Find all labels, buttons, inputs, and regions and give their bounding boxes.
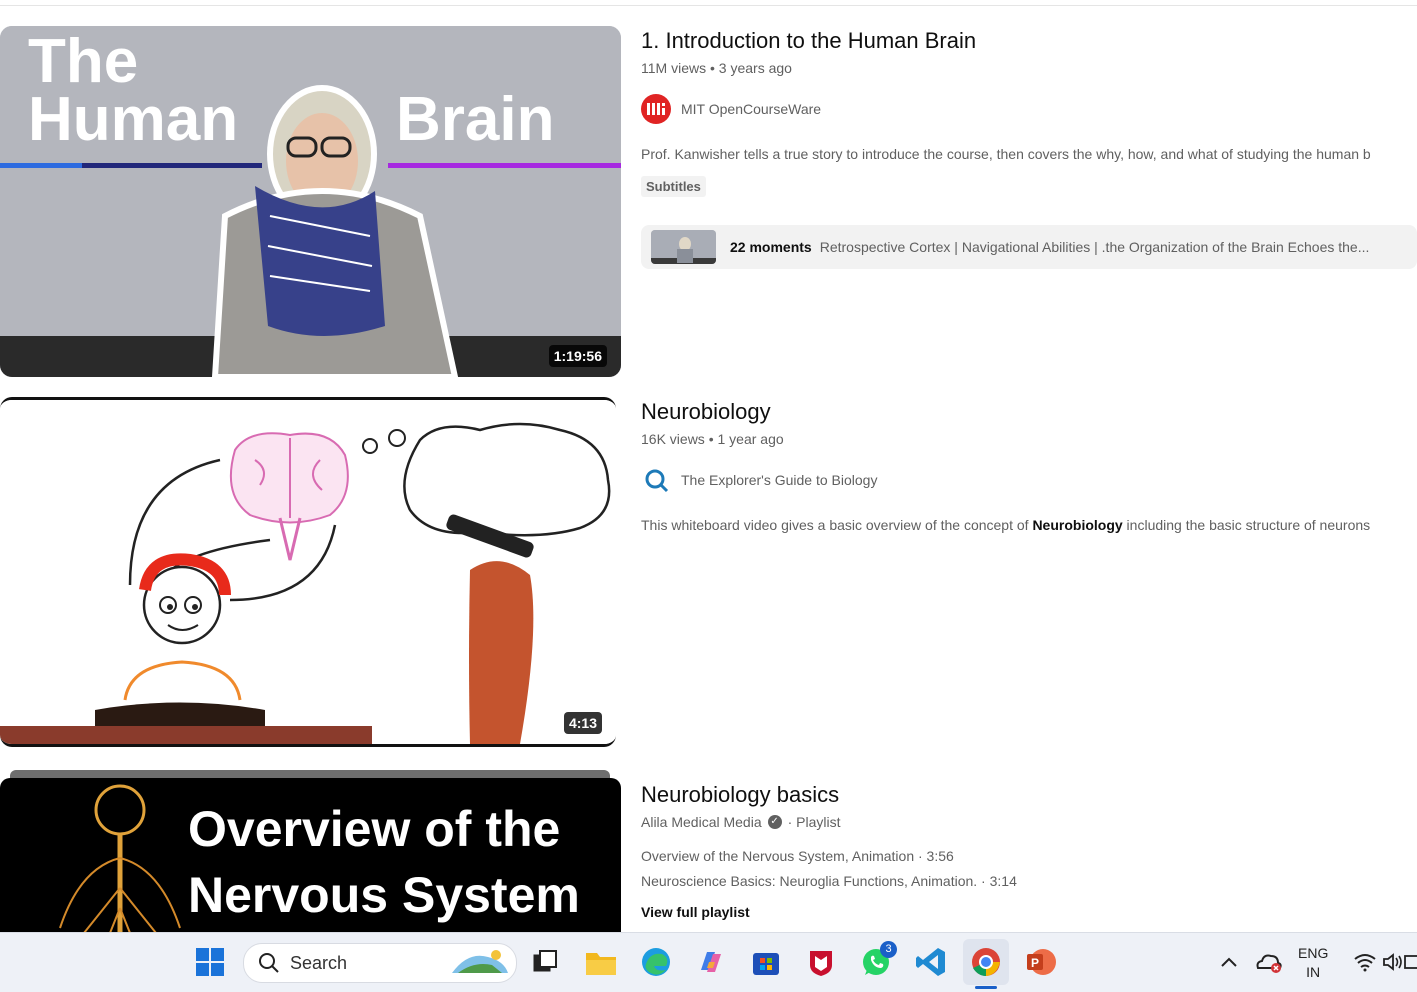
playlist-stack-edge bbox=[10, 770, 610, 778]
search-highlight-icon bbox=[452, 950, 508, 973]
region-label: IN bbox=[1306, 964, 1321, 980]
taskbar-search-input[interactable]: Search bbox=[243, 943, 517, 983]
video-thumbnail[interactable]: The Human Brain 1:19:56 bbox=[0, 26, 621, 377]
video-description: This whiteboard video gives a basic over… bbox=[641, 517, 1417, 533]
moments-count: 22 moments bbox=[730, 239, 812, 255]
file-explorer-icon[interactable] bbox=[584, 945, 618, 979]
playlist-kind: Playlist bbox=[796, 814, 841, 830]
video-title[interactable]: 1. Introduction to the Human Brain bbox=[641, 26, 1417, 56]
video-title[interactable]: Neurobiology bbox=[641, 397, 1417, 427]
view-count: 11M views bbox=[641, 60, 707, 76]
whatsapp-icon[interactable]: 3 bbox=[859, 941, 897, 979]
windows-start-icon[interactable] bbox=[193, 945, 227, 979]
meta-separator: · bbox=[787, 814, 797, 830]
channel-name[interactable]: The Explorer's Guide to Biology bbox=[681, 472, 877, 488]
channel-avatar[interactable] bbox=[641, 465, 671, 495]
top-divider bbox=[0, 5, 1417, 6]
thumbnail-title-text: Overview of the bbox=[188, 801, 561, 857]
mit-logo-icon bbox=[647, 103, 665, 115]
view-full-playlist-link[interactable]: View full playlist bbox=[641, 900, 1417, 925]
mcafee-icon[interactable] bbox=[804, 945, 838, 979]
vscode-icon[interactable] bbox=[914, 945, 948, 979]
input-language-indicator[interactable]: ENG IN bbox=[1298, 944, 1328, 982]
windows-taskbar: Search 3 P ENG IN bbox=[0, 932, 1417, 992]
notification-badge: 3 bbox=[880, 941, 897, 958]
view-count: 16K views bbox=[641, 431, 705, 447]
moments-thumbnail-image bbox=[651, 230, 716, 264]
playlist-item[interactable]: Neuroscience Basics: Neuroglia Functions… bbox=[641, 869, 1417, 894]
channel-avatar[interactable] bbox=[641, 94, 671, 124]
video-description: Prof. Kanwisher tells a true story to in… bbox=[641, 146, 1371, 162]
active-app-indicator bbox=[975, 986, 997, 989]
playlist-result[interactable]: Overview of the Nervous System Neurobiol… bbox=[0, 770, 1417, 958]
onedrive-error-icon[interactable] bbox=[1252, 945, 1286, 979]
meta-separator: • bbox=[708, 431, 718, 447]
chrome-icon[interactable] bbox=[963, 939, 1009, 989]
channel-row[interactable]: MIT OpenCourseWare bbox=[641, 94, 1417, 124]
powerpoint-icon[interactable]: P bbox=[1024, 945, 1058, 979]
video-result[interactable]: The Human Brain 1:19:56 1. Introduction … bbox=[0, 26, 1417, 378]
playlist-item[interactable]: Overview of the Nervous System, Animatio… bbox=[641, 844, 1417, 869]
language-label: ENG bbox=[1298, 945, 1329, 961]
video-info: 1. Introduction to the Human Brain 11M v… bbox=[641, 26, 1417, 269]
thumbnail-image bbox=[0, 400, 616, 744]
key-moments-bar[interactable]: 22 moments Retrospective Cortex | Naviga… bbox=[641, 225, 1417, 269]
thumbnail-title-text: The bbox=[28, 27, 139, 96]
channel-row[interactable]: Alila Medical Media ✓ · Playlist bbox=[641, 814, 1417, 830]
description-highlight: Neurobiology bbox=[1032, 517, 1123, 533]
meta-separator: • bbox=[709, 60, 719, 76]
video-thumbnail[interactable]: 4:13 bbox=[0, 397, 616, 747]
playlist-title[interactable]: Neurobiology basics bbox=[641, 780, 1417, 810]
subtitles-badge: Subtitles bbox=[641, 176, 706, 197]
video-duration: 4:13 bbox=[563, 712, 602, 734]
video-info: Neurobiology 16K views • 1 year ago The … bbox=[641, 397, 1417, 533]
svg-text:P: P bbox=[1031, 956, 1039, 970]
upload-age: 3 years ago bbox=[718, 60, 792, 76]
thumbnail-title-text: Nervous System bbox=[188, 867, 580, 923]
video-meta: 11M views • 3 years ago bbox=[641, 60, 1417, 76]
thumbnail-title-text: Brain bbox=[396, 85, 555, 154]
channel-name[interactable]: Alila Medical Media bbox=[641, 814, 762, 830]
description-text: including the basic structure of neurons bbox=[1122, 517, 1371, 533]
edge-browser-icon[interactable] bbox=[639, 945, 673, 979]
search-icon bbox=[259, 953, 279, 973]
copilot-icon[interactable] bbox=[694, 945, 728, 979]
description-text: This whiteboard video gives a basic over… bbox=[641, 517, 1033, 533]
playlist-items: Overview of the Nervous System, Animatio… bbox=[641, 844, 1417, 925]
thumbnail-title-text: Human bbox=[28, 85, 239, 154]
explorer-logo-icon bbox=[645, 469, 669, 493]
microsoft-store-icon[interactable] bbox=[749, 945, 783, 979]
battery-icon[interactable] bbox=[1404, 945, 1417, 979]
playlist-thumbnail[interactable]: Overview of the Nervous System bbox=[0, 778, 621, 958]
moments-thumbnail bbox=[651, 230, 716, 264]
channel-row[interactable]: The Explorer's Guide to Biology bbox=[641, 465, 1417, 495]
search-placeholder: Search bbox=[290, 952, 348, 973]
upload-age: 1 year ago bbox=[717, 431, 784, 447]
channel-name[interactable]: MIT OpenCourseWare bbox=[681, 101, 821, 117]
verified-icon: ✓ bbox=[767, 815, 782, 829]
video-duration: 1:19:56 bbox=[548, 345, 607, 367]
moments-chapters: Retrospective Cortex | Navigational Abil… bbox=[819, 239, 1370, 255]
task-view-icon[interactable] bbox=[528, 945, 562, 979]
show-hidden-icons-chevron-icon[interactable] bbox=[1212, 945, 1246, 979]
video-result[interactable]: 4:13 Neurobiology 16K views • 1 year ago… bbox=[0, 397, 1417, 748]
video-meta: 16K views • 1 year ago bbox=[641, 431, 1417, 447]
playlist-info: Neurobiology basics Alila Medical Media … bbox=[641, 780, 1417, 932]
